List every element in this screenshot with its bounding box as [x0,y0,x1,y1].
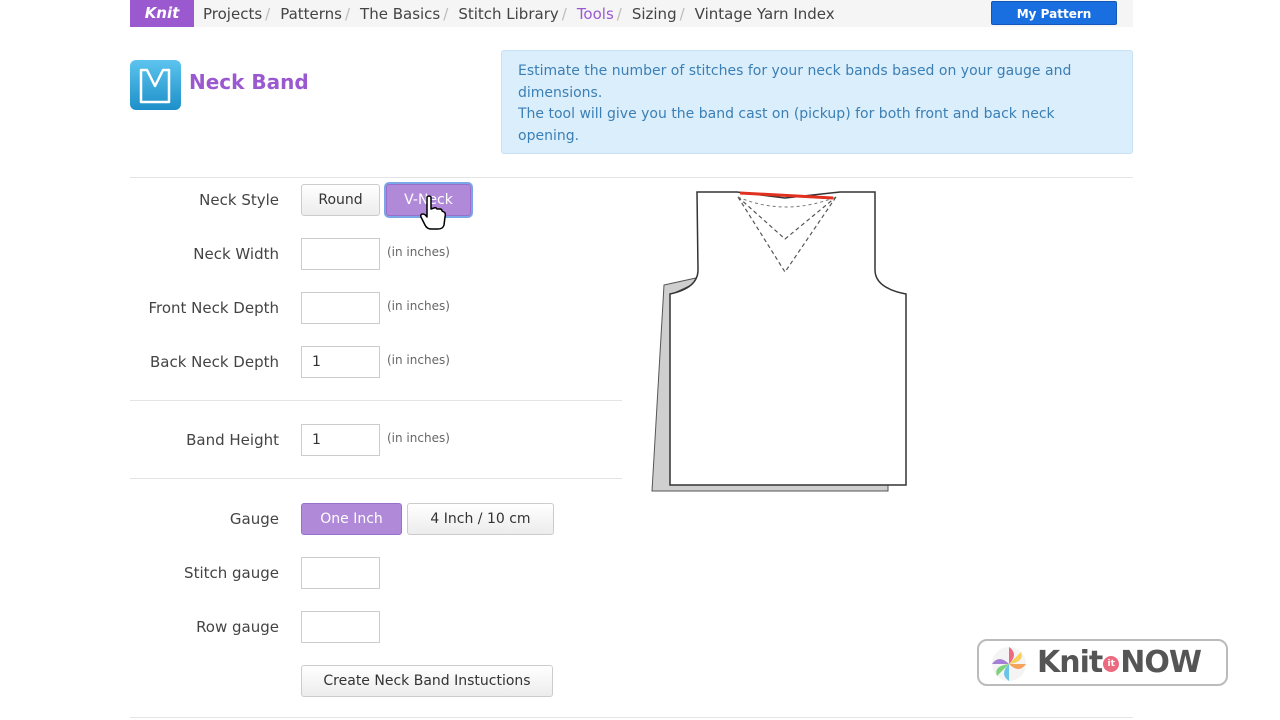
info-text-line1: Estimate the number of stitches for your… [518,63,1072,101]
four-inch-button[interactable]: 4 Inch / 10 cm [407,503,554,535]
my-pattern-library-button[interactable]: My Pattern Library [991,1,1117,45]
main-nav: Projects / Patterns / The Basics / Stitch L… [203,0,835,27]
back-neck-depth-input[interactable]: 1 [301,346,380,378]
divider [130,177,1133,178]
unit-hint: (in inches) [387,299,450,313]
watermark-text: Knit it NOW [1037,645,1202,680]
divider [130,717,1133,718]
info-text-line2: The tool will give you the band cast on … [518,106,1055,144]
vneck-sweater-icon [130,60,181,110]
unit-hint: (in inches) [387,353,450,367]
stitch-gauge-input[interactable] [301,557,380,589]
watermark-text-now: NOW [1120,645,1202,680]
nav-vintage-yarn-index[interactable]: Vintage Yarn Index [695,5,835,23]
watermark-text-it: it [1103,655,1120,672]
watermark-text-knit: Knit [1037,645,1103,680]
nav-the-basics[interactable]: The Basics [360,5,440,23]
unit-hint: (in inches) [387,245,450,259]
stitch-gauge-label: Stitch gauge [184,564,279,582]
row-gauge-input[interactable] [301,611,380,643]
sweater-neck-diagram [650,185,910,499]
nav-tools[interactable]: Tools [577,5,614,23]
front-neck-depth-input[interactable] [301,292,380,324]
row-gauge-label: Row gauge [196,618,279,636]
gauge-label: Gauge [229,510,279,528]
band-height-input[interactable]: 1 [301,424,380,456]
create-instructions-button[interactable]: Create Neck Band Instuctions [301,665,553,697]
nav-separator: / [344,4,351,23]
knititnow-watermark: Knit it NOW [977,639,1228,686]
hand-pointer-icon [420,195,447,235]
nav-stitch-library[interactable]: Stitch Library [458,5,558,23]
nav-separator: / [443,4,449,23]
page-title: Neck Band [189,70,309,94]
front-neck-depth-label: Front Neck Depth [148,299,279,317]
yarn-ball-logo-icon [992,647,1026,681]
nav-patterns[interactable]: Patterns [280,5,342,23]
nav-separator: / [679,4,685,23]
nav-sizing[interactable]: Sizing [632,5,677,23]
nav-separator: / [561,4,567,23]
info-box: Estimate the number of stitches for your… [501,50,1133,154]
round-button[interactable]: Round [301,184,380,216]
nav-projects[interactable]: Projects [203,5,262,23]
nav-separator: / [616,4,622,23]
unit-hint: (in inches) [387,431,450,445]
one-inch-button[interactable]: One Inch [301,503,402,535]
neck-width-label: Neck Width [193,245,279,263]
back-neck-depth-label: Back Neck Depth [149,353,279,371]
neck-width-input[interactable] [301,238,380,270]
band-height-label: Band Height [186,431,279,449]
nav-separator: / [265,4,271,23]
brand-logo[interactable]: Knit [130,0,194,27]
divider [130,400,622,401]
divider [130,478,622,479]
neck-style-label: Neck Style [199,191,279,209]
